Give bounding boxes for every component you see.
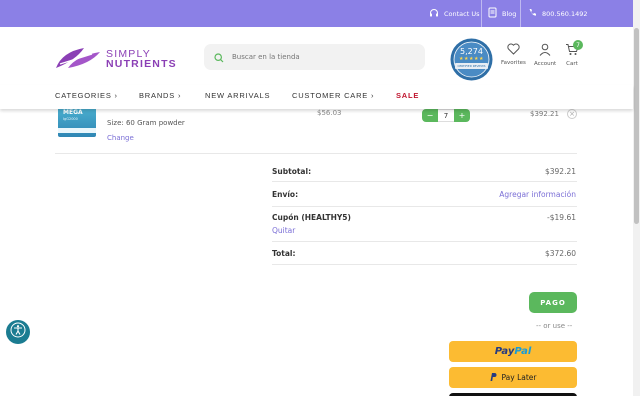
search-input[interactable]: [232, 53, 412, 61]
nav-sale[interactable]: SALE: [396, 91, 419, 100]
change-link[interactable]: Change: [107, 134, 134, 142]
nav-new-arrivals[interactable]: NEW ARRIVALS: [205, 91, 270, 100]
product-size: Size: 60 Gram powder: [107, 119, 185, 127]
divider: [272, 264, 577, 265]
nav-customer-care[interactable]: CUSTOMER CARE ›: [292, 91, 374, 100]
envio-label: Envío:: [272, 190, 299, 199]
topbar-divider: [520, 0, 521, 27]
reviews-caption: CERTIFIED REVIEWS: [457, 64, 486, 68]
blog-icon: [488, 7, 497, 20]
nav-new-arrivals-label: NEW ARRIVALS: [205, 91, 271, 100]
chevron-right-icon: ›: [177, 91, 182, 100]
accessibility-button[interactable]: [6, 320, 30, 344]
account-label: Account: [534, 61, 557, 67]
pay-later-label: Pay Later: [501, 373, 537, 382]
blog-label: Blog: [502, 9, 517, 18]
quantity-value[interactable]: 7: [438, 109, 454, 122]
nav-categories[interactable]: CATEGORIES ›: [55, 91, 118, 100]
product-image-band: [58, 128, 96, 133]
accessibility-icon: [10, 322, 26, 342]
subtotal-value: $392.21: [544, 167, 576, 176]
remove-coupon-link[interactable]: Quitar: [272, 226, 295, 235]
paypal-icon: [489, 372, 497, 384]
chevron-right-icon: ›: [371, 91, 375, 100]
line-total: $392.21: [530, 110, 559, 118]
cart-count-badge: 7: [573, 40, 583, 50]
paypal-pay-text: Pay: [494, 346, 515, 357]
pay-later-button[interactable]: Pay Later: [449, 367, 577, 388]
total-value: $372.60: [544, 249, 576, 258]
or-use-text: -- or use --: [536, 322, 573, 330]
search-bar[interactable]: [204, 44, 425, 70]
user-icon: [539, 43, 551, 58]
certified-reviews-badge[interactable]: 5,274 ★★★★★ CERTIFIED REVIEWS: [450, 38, 493, 81]
nav-brands-label: BRANDS: [139, 91, 176, 100]
heart-icon: [507, 43, 520, 57]
total-label: Total:: [272, 249, 296, 258]
site-header: SIMPLY NUTRIENTS 5,274 ★★★★★ CERTIFIED R…: [0, 27, 633, 85]
remove-item-button[interactable]: ×: [567, 109, 577, 119]
divider: [272, 241, 577, 242]
paypal-pal-text: Pal: [514, 346, 532, 357]
phone-link[interactable]: 800.560.1492: [528, 0, 588, 27]
quantity-stepper: − 7 +: [422, 109, 470, 122]
divider: [55, 153, 577, 154]
product-image[interactable]: MEGA IgG2000: [58, 109, 96, 137]
cart-label: Cart: [566, 61, 578, 67]
divider: [272, 206, 577, 207]
top-bar: Contact Us Blog 800.560.1492: [0, 0, 640, 27]
nav-sale-label: SALE: [396, 91, 420, 100]
checkout-button[interactable]: PAGO: [529, 292, 577, 313]
quantity-decrease-button[interactable]: −: [422, 109, 438, 122]
nav-brands[interactable]: BRANDS ›: [139, 91, 181, 100]
quantity-increase-button[interactable]: +: [454, 109, 470, 122]
divider: [272, 181, 577, 182]
cart-content: MEGA IgG2000 Size: 60 Gram powder Change…: [0, 109, 633, 396]
chevron-right-icon: ›: [114, 91, 118, 100]
account-button[interactable]: Account: [534, 43, 556, 67]
product-image-title: MEGA: [63, 109, 83, 116]
phone-icon: [528, 8, 537, 19]
site-logo[interactable]: SIMPLY NUTRIENTS: [54, 44, 177, 74]
product-image-subtitle: IgG2000: [63, 117, 78, 121]
contact-us-label: Contact Us: [444, 9, 480, 18]
add-shipping-info-link[interactable]: Agregar información: [499, 190, 576, 199]
blog-link[interactable]: Blog: [488, 0, 516, 27]
contact-us-link[interactable]: Contact Us: [429, 0, 480, 27]
logo-wordmark: SIMPLY NUTRIENTS: [106, 49, 177, 70]
topbar-divider: [481, 0, 482, 27]
coupon-label: Cupón (HEALTHY5): [272, 213, 351, 222]
unit-price: $56.03: [317, 109, 342, 117]
favorites-label: Favorites: [501, 60, 526, 66]
main-nav: CATEGORIES › BRANDS › NEW ARRIVALS CUSTO…: [0, 85, 633, 109]
headset-icon: [429, 8, 439, 20]
favorites-button[interactable]: Favorites: [501, 43, 526, 66]
phone-number: 800.560.1492: [542, 9, 588, 18]
coupon-value: -$19.61: [547, 213, 576, 222]
logo-leaf-icon: [54, 44, 102, 74]
reviews-stars-icon: ★★★★★: [459, 56, 484, 62]
scrollbar-thumb[interactable]: [634, 28, 639, 224]
paypal-button[interactable]: Pay Pal: [449, 341, 577, 362]
search-icon: [214, 48, 224, 67]
logo-line-2: NUTRIENTS: [106, 58, 177, 70]
nav-categories-label: CATEGORIES: [55, 91, 112, 100]
subtotal-label: Subtotal:: [272, 167, 312, 176]
reviews-count: 5,274: [460, 47, 483, 56]
nav-customer-care-label: CUSTOMER CARE: [292, 91, 369, 100]
page-scrollbar[interactable]: [633, 0, 640, 396]
